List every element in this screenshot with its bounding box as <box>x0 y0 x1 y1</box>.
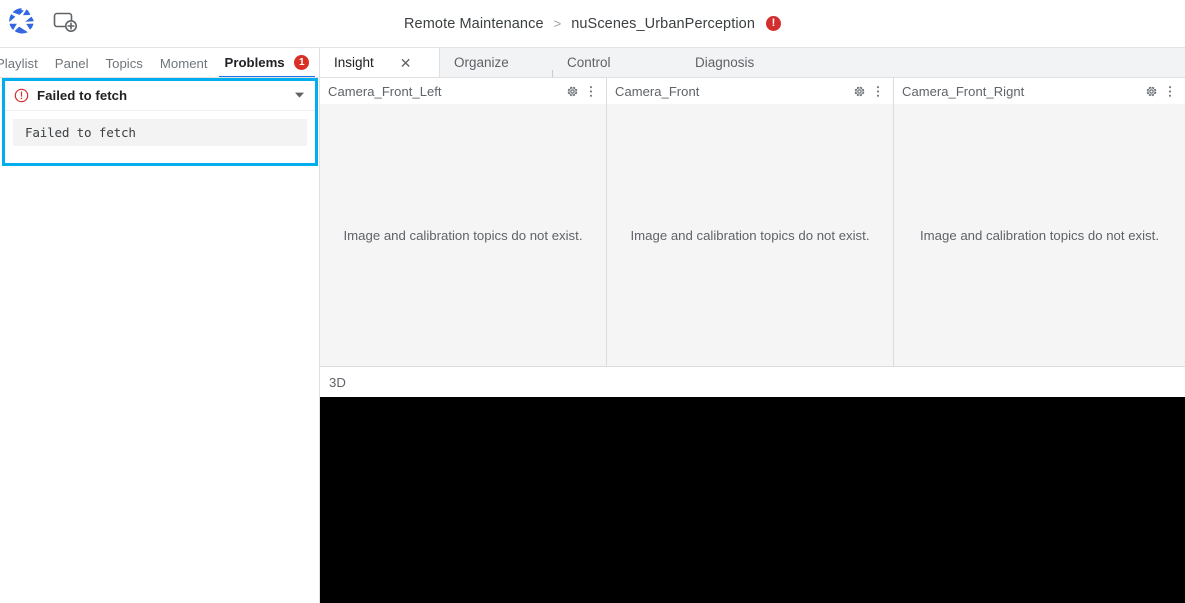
sidebar-tab-label: Panel <box>54 56 89 71</box>
tab-insight[interactable]: Insight ✕ <box>320 48 440 77</box>
main-tab-bar: Insight ✕ Organize Control Diagnosis <box>320 48 1185 78</box>
gear-icon[interactable] <box>566 85 579 98</box>
add-panel-button[interactable] <box>44 0 86 48</box>
tab-label: Organize <box>454 55 509 70</box>
error-badge-label: ! <box>771 16 776 29</box>
problems-list: Failed to fetch Failed to fetch <box>2 78 318 166</box>
left-panel: Playlist Panel Topics Moment Problems 1 … <box>0 48 320 603</box>
app-window: Remote Maintenance > nuScenes_UrbanPerce… <box>0 0 1185 603</box>
close-icon[interactable]: ✕ <box>400 56 412 70</box>
camera-panel-header: Camera_Front <box>607 78 893 104</box>
problem-detail-text: Failed to fetch <box>13 119 307 146</box>
viewport-3d-title: 3D <box>329 374 346 390</box>
tab-label: Insight <box>334 55 374 70</box>
tab-organize[interactable]: Organize <box>440 48 553 77</box>
camera-panel-body: Image and calibration topics do not exis… <box>320 104 606 366</box>
more-vertical-icon[interactable] <box>1164 85 1176 98</box>
sidebar-tab-label: Topics <box>105 56 143 71</box>
main-content-area: Insight ✕ Organize Control Diagnosis Cam… <box>320 48 1185 603</box>
breadcrumb-root[interactable]: Remote Maintenance <box>404 16 544 32</box>
chevron-down-icon[interactable] <box>294 91 305 101</box>
sidebar-tab-label: Problems <box>224 54 285 70</box>
add-panel-icon <box>52 9 78 38</box>
breadcrumb: Remote Maintenance > nuScenes_UrbanPerce… <box>0 0 1185 47</box>
camera-panel-title: Camera_Front_Rignt <box>902 83 1025 99</box>
viewport-3d-panel: 3D <box>320 366 1185 603</box>
app-logo[interactable] <box>0 0 44 48</box>
problems-count-badge: 1 <box>294 55 310 70</box>
camera-panel-front: Camera_Front Image and calibration topic… <box>607 78 894 366</box>
breadcrumb-current[interactable]: nuScenes_UrbanPerception <box>571 16 755 32</box>
problem-detail-container: Failed to fetch <box>5 111 315 154</box>
sidebar-tab-moment[interactable]: Moment <box>160 56 208 77</box>
camera-panel-title: Camera_Front_Left <box>328 83 442 99</box>
more-vertical-icon[interactable] <box>872 85 884 98</box>
aperture-logo-icon <box>7 6 37 41</box>
camera-empty-message: Image and calibration topics do not exis… <box>343 227 583 243</box>
sidebar-tab-playlist[interactable]: Playlist <box>0 56 38 77</box>
gear-icon[interactable] <box>1145 85 1158 98</box>
camera-panel-header: Camera_Front_Rignt <box>894 78 1185 104</box>
tab-label: Diagnosis <box>695 55 755 70</box>
viewport-3d-canvas[interactable] <box>320 397 1185 603</box>
tab-control[interactable]: Control <box>553 48 681 77</box>
sidebar-tab-label: Moment <box>159 56 208 71</box>
problem-title: Failed to fetch <box>37 88 128 103</box>
camera-panel-row: Camera_Front_Left Image and calibration … <box>320 78 1185 366</box>
camera-panel-front-right: Camera_Front_Rignt Image and calibration… <box>894 78 1185 366</box>
gear-icon[interactable] <box>853 85 866 98</box>
breadcrumb-separator-icon: > <box>553 16 562 31</box>
problem-item-header[interactable]: Failed to fetch <box>5 81 315 111</box>
camera-panel-front-left: Camera_Front_Left Image and calibration … <box>320 78 607 366</box>
error-circle-icon <box>14 88 29 103</box>
sidebar-tab-panel[interactable]: Panel <box>55 56 89 77</box>
sidebar-tab-label: Playlist <box>0 56 38 71</box>
camera-empty-message: Image and calibration topics do not exis… <box>920 227 1159 243</box>
breadcrumb-error-badge[interactable]: ! <box>766 16 781 31</box>
camera-panel-title: Camera_Front <box>615 83 700 99</box>
top-bar: Remote Maintenance > nuScenes_UrbanPerce… <box>0 0 1185 48</box>
sidebar-tab-problems[interactable]: Problems 1 <box>218 54 316 77</box>
more-vertical-icon[interactable] <box>585 85 597 98</box>
sidebar-tab-topics[interactable]: Topics <box>106 56 143 77</box>
tab-diagnosis[interactable]: Diagnosis <box>681 48 801 77</box>
left-tab-bar: Playlist Panel Topics Moment Problems 1 … <box>0 48 320 78</box>
camera-panel-header: Camera_Front_Left <box>320 78 606 104</box>
camera-panel-body: Image and calibration topics do not exis… <box>607 104 893 366</box>
camera-panel-body: Image and calibration topics do not exis… <box>894 104 1185 366</box>
tab-label: Control <box>567 55 611 70</box>
camera-empty-message: Image and calibration topics do not exis… <box>630 227 870 243</box>
viewport-3d-header: 3D <box>320 367 1185 397</box>
